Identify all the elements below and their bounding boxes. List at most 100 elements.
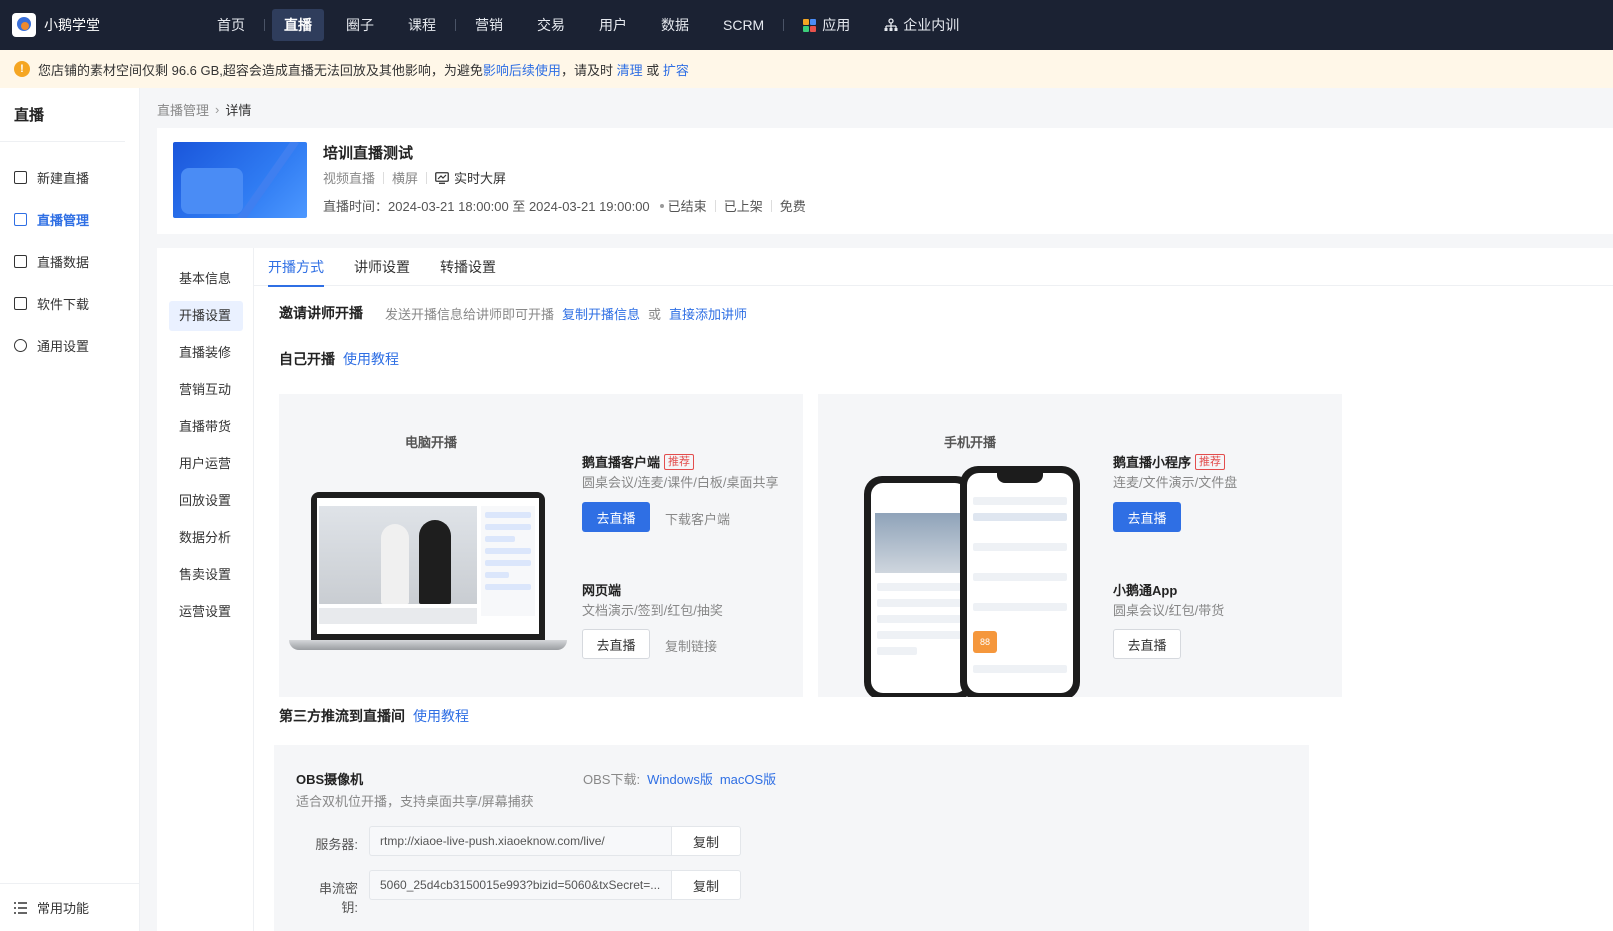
live-status: 已结束 [667,199,707,214]
warning-icon: ! [14,61,30,77]
laptop-screen-content [317,498,539,634]
obs-desc: 适合双机位开播，支持桌面共享/屏幕捕获 [296,794,534,809]
app-go-live-button[interactable]: 去直播 [1113,629,1181,659]
invite-section-header: 邀请讲师开播 发送开播信息给讲师即可开播 复制开播信息 或 直接添加讲师 [279,303,747,323]
phone-right-screen: 88 [967,473,1073,693]
chevron-right-icon: › [215,102,220,117]
subnav-item-replay[interactable]: 回放设置 [169,486,243,516]
nav-item-scrm[interactable]: SCRM [711,9,776,41]
nav-item-circle[interactable]: 圈子 [334,9,386,41]
subnav-item-user-ops[interactable]: 用户运营 [169,449,243,479]
phone-left [864,476,974,697]
laptop-screen [311,492,545,640]
sidebar-title: 直播 [0,88,125,142]
warning-impact-link[interactable]: 影响后续使用 [483,63,561,78]
nav-divider [455,19,456,31]
nav-item-home[interactable]: 首页 [205,9,257,41]
copy-link-button[interactable]: 复制链接 [665,636,717,655]
subnav-item-basic-info[interactable]: 基本信息 [169,264,243,294]
obs-mac-link[interactable]: macOS版 [720,769,776,788]
warning-message-2: ，请及时 [560,62,613,78]
miniprogram-desc: 连麦/文件演示/文件盘 [1113,475,1238,490]
live-price: 免费 [779,199,806,214]
download-client-button[interactable]: 下载客户端 [665,509,730,528]
nav-item-trade[interactable]: 交易 [525,9,577,41]
live-time-label: 直播时间： [323,199,389,214]
top-nav: 小鹅学堂 首页 直播 圈子 课程 营销 交易 用户 数据 SCRM 应用 企业内… [0,0,1613,50]
brand[interactable]: 小鹅学堂 [0,13,200,37]
tab-relay-settings[interactable]: 转播设置 [440,248,496,286]
live-tags: 视频直播 横屏 实时大屏 [323,168,506,187]
divider [770,199,772,212]
status-dot [659,203,664,208]
web-go-live-button[interactable]: 去直播 [582,629,650,659]
client-title: 鹅直播客户端 [582,455,661,470]
client-title-row: 鹅直播客户端 推荐 [582,452,695,471]
common-functions-label: 常用功能 [37,901,90,916]
nav-item-training[interactable]: 企业内训 [872,9,971,41]
clean-link[interactable]: 清理 [617,63,643,78]
sidebar-item-label: 通用设置 [37,338,90,354]
presenter-figure [419,520,451,604]
add-lecturer-link[interactable]: 直接添加讲师 [669,304,747,323]
nav-item-apps[interactable]: 应用 [791,9,862,41]
sidebar-item-label: 新建直播 [37,170,90,186]
phone-list-row [973,513,1067,521]
sidebar-item-new-live[interactable]: 新建直播 [0,156,139,198]
miniprogram-go-live-button[interactable]: 去直播 [1113,502,1181,532]
live-data-icon [14,254,27,268]
nav-item-data[interactable]: 数据 [649,9,701,41]
sidebar-item-software-download[interactable]: 软件下载 [0,282,139,324]
subnav-item-broadcast-settings[interactable]: 开播设置 [169,301,243,331]
obs-windows-link[interactable]: Windows版 [647,769,713,788]
nav-item-course[interactable]: 课程 [396,9,448,41]
phone-price-tag: 88 [973,631,997,653]
apps-icon [803,18,817,32]
tab-broadcast-method[interactable]: 开播方式 [268,248,324,287]
mobile-broadcast-title: 手机开播 [944,435,997,450]
subnav-item-marketing[interactable]: 营销互动 [169,375,243,405]
app-title: 小鹅通App [1113,583,1178,598]
sidebar-item-general-settings[interactable]: 通用设置 [0,324,139,366]
pc-broadcast-panel: 电脑开播 鹅直播客户端 推荐 圆桌会议/连麦/课件/白板/桌面共享 去直播 下载… [279,394,803,697]
subnav-item-decoration[interactable]: 直播装修 [169,338,243,368]
server-field[interactable]: rtmp://xiaoe-live-push.xiaoeknow.com/liv… [369,826,671,856]
expand-link[interactable]: 扩容 [663,63,689,78]
client-go-live-button[interactable]: 去直播 [582,502,650,532]
divider [426,171,428,184]
self-title: 自己开播 [279,351,335,367]
subnav-item-sales[interactable]: 直播带货 [169,412,243,442]
phone-classroom-image [875,513,963,573]
sidebar-item-live-manage[interactable]: 直播管理 [0,198,139,240]
breadcrumb-parent[interactable]: 直播管理 [157,100,209,119]
subnav-item-operations[interactable]: 运营设置 [169,597,243,627]
copy-stream-key-button[interactable]: 复制 [671,870,741,900]
common-functions-button[interactable]: 常用功能 [0,883,140,931]
brand-logo-icon [12,13,36,37]
self-tutorial-link[interactable]: 使用教程 [343,349,399,369]
phone-list-row [877,647,917,655]
nav-item-marketing[interactable]: 营销 [463,9,515,41]
nav-item-live[interactable]: 直播 [272,9,324,41]
sidebar-item-live-data[interactable]: 直播数据 [0,240,139,282]
subnav-item-selling[interactable]: 售卖设置 [169,560,243,590]
tab-lecturer-settings[interactable]: 讲师设置 [354,248,410,286]
download-icon [14,296,27,310]
subnav-item-analytics[interactable]: 数据分析 [169,523,243,553]
settings-subnav: 基本信息 开播设置 直播装修 营销互动 直播带货 用户运营 回放设置 数据分析 … [157,248,254,931]
warning-message: 您店铺的素材空间仅剩 96.6 GB,超容会造成直播无法回放及其他影响，为避免 [38,62,483,78]
nav-item-users[interactable]: 用户 [587,9,639,41]
copy-broadcast-info-link[interactable]: 复制开播信息 [562,304,640,323]
mobile-broadcast-panel: 手机开播 88 鹅直播小程序 推荐 连麦/文件演示/文件盘 去直播 小鹅通App… [818,394,1342,697]
live-title: 培训直播测试 [323,145,414,162]
third-party-tutorial-link[interactable]: 使用教程 [413,706,469,726]
stream-key-field[interactable]: 5060_25d4cb3150015e993?bizid=5060&txSecr… [369,870,671,900]
live-time: 2024-03-21 18:00:00 至 2024-03-21 19:00:0… [388,199,650,214]
org-tree-icon [884,18,898,31]
presenter-figure [381,524,409,604]
live-cover-image [173,142,307,218]
live-meta: 直播时间： 2024-03-21 18:00:00 至 2024-03-21 1… [323,196,806,215]
realtime-screen-button[interactable]: 实时大屏 [435,168,506,187]
nav-divider [264,19,265,31]
copy-server-button[interactable]: 复制 [671,826,741,856]
